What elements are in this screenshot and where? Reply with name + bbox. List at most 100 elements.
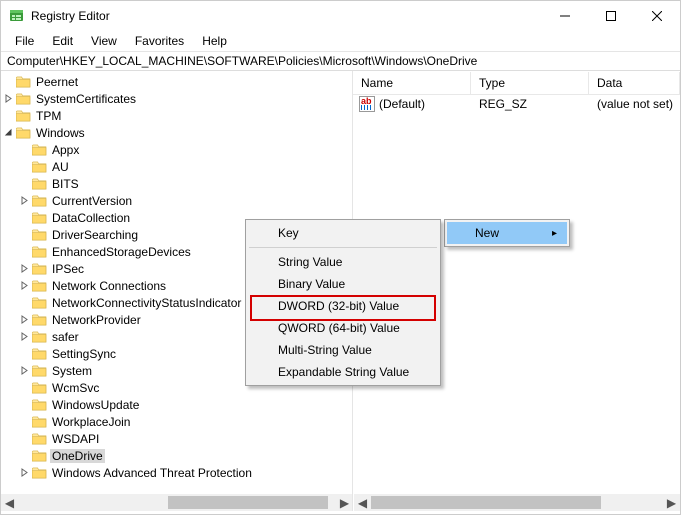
tree-item[interactable]: TPM (1, 107, 352, 124)
folder-icon (31, 194, 47, 208)
folder-icon (31, 398, 47, 412)
submenu-qword-label: QWORD (64-bit) Value (278, 321, 400, 335)
submenu-arrow-icon: ▸ (552, 228, 557, 239)
context-menu-new-label: New (475, 226, 499, 240)
tree-item[interactable]: WorkplaceJoin (1, 413, 352, 430)
folder-icon (31, 143, 47, 157)
folder-icon (31, 262, 47, 276)
submenu-binary-label: Binary Value (278, 277, 345, 291)
tree-item-label: SystemCertificates (34, 92, 138, 106)
expand-icon[interactable] (1, 94, 15, 103)
tree-item-label: AU (50, 160, 71, 174)
submenu-multistring-value[interactable]: Multi-String Value (248, 339, 438, 361)
menu-bar: File Edit View Favorites Help (1, 31, 680, 51)
tree-item-label: BITS (50, 177, 81, 191)
window-title: Registry Editor (31, 9, 542, 23)
tree-item-label: Windows Advanced Threat Protection (50, 466, 254, 480)
value-type: REG_SZ (471, 97, 589, 111)
tree-item[interactable]: Windows Advanced Threat Protection (1, 464, 352, 481)
address-bar[interactable]: Computer\HKEY_LOCAL_MACHINE\SOFTWARE\Pol… (1, 51, 680, 71)
expand-icon[interactable] (17, 332, 31, 341)
tree-item[interactable]: WSDAPI (1, 430, 352, 447)
submenu-qword-value[interactable]: QWORD (64-bit) Value (248, 317, 438, 339)
scroll-left-icon[interactable]: ◀ (354, 494, 371, 511)
menu-view[interactable]: View (83, 33, 125, 49)
menu-edit[interactable]: Edit (44, 33, 81, 49)
value-row[interactable]: (Default)REG_SZ(value not set) (353, 95, 680, 113)
tree-item-label: EnhancedStorageDevices (50, 245, 193, 259)
tree-item-label: safer (50, 330, 81, 344)
context-menu-new[interactable]: New ▸ (447, 222, 567, 244)
expand-icon[interactable] (17, 196, 31, 205)
tree-item[interactable]: Peernet (1, 73, 352, 90)
folder-icon (31, 296, 47, 310)
app-icon (9, 8, 25, 24)
folder-icon (15, 75, 31, 89)
expand-icon[interactable] (17, 264, 31, 273)
scroll-left-icon[interactable]: ◀ (1, 494, 18, 511)
scroll-right-icon[interactable]: ▶ (336, 494, 353, 511)
scroll-thumb[interactable] (168, 496, 328, 509)
scroll-right-icon[interactable]: ▶ (663, 494, 680, 511)
folder-icon (31, 279, 47, 293)
submenu-string-label: String Value (278, 255, 342, 269)
folder-icon (31, 160, 47, 174)
folder-icon (31, 449, 47, 463)
submenu-key[interactable]: Key (248, 222, 438, 244)
tree-item-label: DriverSearching (50, 228, 140, 242)
folder-icon (31, 415, 47, 429)
tree-item[interactable]: SystemCertificates (1, 90, 352, 107)
expand-icon[interactable] (17, 366, 31, 375)
tree-item-label: NetworkConnectivityStatusIndicator (50, 296, 243, 310)
folder-icon (31, 313, 47, 327)
folder-icon (31, 330, 47, 344)
tree-item[interactable]: BITS (1, 175, 352, 192)
value-data: (value not set) (589, 97, 680, 111)
context-submenu-new: Key String Value Binary Value DWORD (32-… (245, 219, 441, 386)
submenu-dword-value[interactable]: DWORD (32-bit) Value (248, 295, 438, 317)
scroll-thumb[interactable] (371, 496, 601, 509)
tree-item-label: System (50, 364, 94, 378)
tree-item-label: OneDrive (50, 449, 105, 463)
close-button[interactable] (634, 1, 680, 30)
column-header-data[interactable]: Data (589, 72, 680, 94)
string-value-icon (359, 96, 375, 112)
minimize-button[interactable] (542, 1, 588, 30)
folder-icon (31, 228, 47, 242)
submenu-key-label: Key (278, 226, 299, 240)
collapse-icon[interactable] (1, 128, 15, 137)
tree-item-label: NetworkProvider (50, 313, 143, 327)
tree-horizontal-scrollbar[interactable]: ◀ ▶ (1, 494, 353, 511)
submenu-binary-value[interactable]: Binary Value (248, 273, 438, 295)
folder-icon (31, 381, 47, 395)
folder-icon (15, 92, 31, 106)
expand-icon[interactable] (17, 315, 31, 324)
submenu-expandable-string-value[interactable]: Expandable String Value (248, 361, 438, 383)
tree-item[interactable]: WindowsUpdate (1, 396, 352, 413)
column-header-type[interactable]: Type (471, 72, 589, 94)
menu-help[interactable]: Help (194, 33, 235, 49)
tree-item[interactable]: OneDrive (1, 447, 352, 464)
folder-icon (31, 245, 47, 259)
tree-item[interactable]: CurrentVersion (1, 192, 352, 209)
menu-file[interactable]: File (7, 33, 42, 49)
tree-item[interactable]: AU (1, 158, 352, 175)
maximize-button[interactable] (588, 1, 634, 30)
tree-item-label: WindowsUpdate (50, 398, 141, 412)
tree-item-label: WorkplaceJoin (50, 415, 132, 429)
folder-icon (15, 109, 31, 123)
folder-icon (31, 466, 47, 480)
tree-item-label: Network Connections (50, 279, 168, 293)
values-horizontal-scrollbar[interactable]: ◀ ▶ (354, 494, 680, 511)
tree-item[interactable]: Appx (1, 141, 352, 158)
column-header-name[interactable]: Name (353, 72, 471, 94)
expand-icon[interactable] (17, 468, 31, 477)
expand-icon[interactable] (17, 281, 31, 290)
tree-item-label: Windows (34, 126, 87, 140)
folder-icon (31, 347, 47, 361)
submenu-expand-label: Expandable String Value (278, 365, 409, 379)
tree-item-label: Peernet (34, 75, 80, 89)
menu-favorites[interactable]: Favorites (127, 33, 192, 49)
submenu-string-value[interactable]: String Value (248, 251, 438, 273)
tree-item[interactable]: Windows (1, 124, 352, 141)
